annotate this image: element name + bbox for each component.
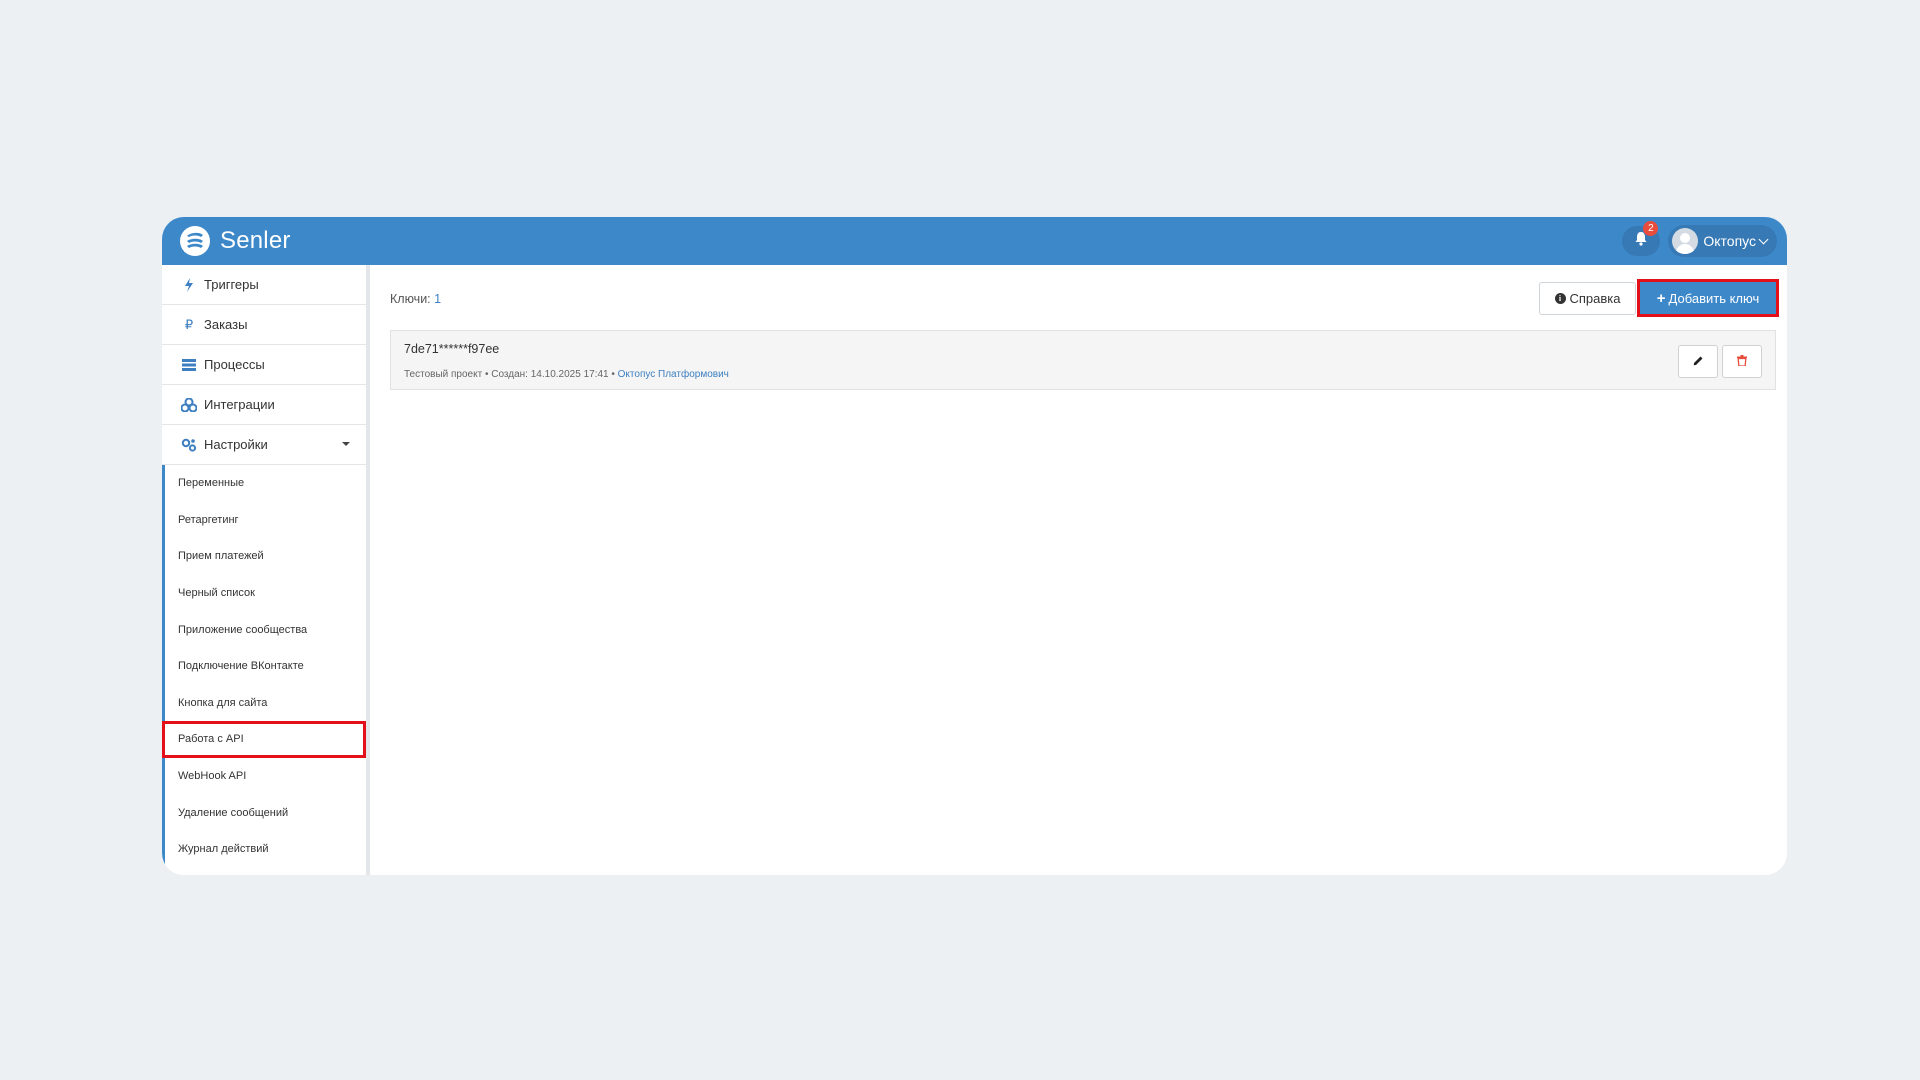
senler-logo-icon: [178, 224, 212, 258]
list-icon: [180, 357, 198, 373]
api-key-value: 7de71******f97ee: [404, 342, 500, 356]
sidebar-item-label: Настройки: [204, 437, 268, 452]
chevron-down-icon: [1758, 234, 1769, 244]
bolt-icon: [180, 277, 198, 293]
sidebar-item-orders[interactable]: ₽ Заказы: [162, 305, 366, 345]
caret-down-icon: [342, 442, 350, 446]
submenu-item-api[interactable]: Работа с API: [162, 721, 366, 758]
sidebar: Триггеры ₽ Заказы Процессы Интеграции На…: [162, 265, 370, 875]
keys-count-value: 1: [434, 292, 442, 306]
submenu-item-variables[interactable]: Переменные: [165, 465, 366, 502]
logo[interactable]: Senler: [178, 224, 291, 258]
main-content: Ключи: 1 i Справка + Добавить ключ 7de71…: [374, 265, 1787, 875]
add-key-button-label: Добавить ключ: [1668, 290, 1760, 306]
gears-icon: [180, 437, 198, 453]
sidebar-item-triggers[interactable]: Триггеры: [162, 265, 366, 305]
info-icon: i: [1554, 293, 1566, 304]
submenu-item-payments[interactable]: Прием платежей: [165, 538, 366, 575]
notifications-button[interactable]: 2: [1622, 221, 1661, 256]
trash-icon: [1737, 353, 1747, 371]
keys-count: Ключи: 1: [390, 292, 441, 306]
avatar: [1672, 228, 1699, 254]
pencil-icon: [1693, 353, 1704, 371]
edit-key-button[interactable]: [1678, 345, 1718, 378]
sidebar-item-label: Интеграции: [204, 397, 275, 412]
api-key-card: 7de71******f97ee Тестовый проект • Созда…: [390, 330, 1776, 390]
sidebar-item-label: Процессы: [204, 357, 265, 372]
settings-submenu: Переменные Ретаргетинг Прием платежей Че…: [162, 465, 366, 868]
brand-name: Senler: [220, 227, 291, 254]
help-button-label: Справка: [1569, 291, 1621, 306]
help-button[interactable]: i Справка: [1539, 282, 1636, 315]
user-name: Октопус: [1703, 233, 1756, 249]
submenu-item-blacklist[interactable]: Черный список: [165, 575, 366, 612]
submenu-item-webhook-api[interactable]: WebHook API: [165, 758, 366, 795]
keys-count-label: Ключи:: [390, 292, 431, 306]
add-key-button[interactable]: + Добавить ключ: [1637, 279, 1779, 317]
api-key-meta: Тестовый проект • Создан: 14.10.2025 17:…: [404, 369, 729, 380]
submenu-item-community-app[interactable]: Приложение сообщества: [165, 611, 366, 648]
top-navbar: Senler 2 Октопус: [162, 217, 1787, 265]
notifications-badge: 2: [1643, 221, 1659, 236]
delete-key-button[interactable]: [1722, 345, 1762, 378]
plus-icon: +: [1656, 289, 1666, 307]
sidebar-item-settings[interactable]: Настройки: [162, 425, 366, 465]
sidebar-item-label: Заказы: [204, 317, 248, 332]
app-window: Senler 2 Октопус Триггеры ₽ Заказы Проце…: [162, 217, 1787, 875]
ruble-icon: ₽: [184, 316, 194, 332]
submenu-item-delete-messages[interactable]: Удаление сообщений: [165, 794, 366, 831]
submenu-item-retargeting[interactable]: Ретаргетинг: [165, 502, 366, 539]
user-menu[interactable]: Октопус: [1668, 225, 1777, 257]
sidebar-item-processes[interactable]: Процессы: [162, 345, 366, 385]
api-key-meta-text: Тестовый проект • Создан: 14.10.2025 17:…: [404, 369, 615, 380]
cubes-icon: [180, 397, 198, 413]
api-key-author-link[interactable]: Октопус Платформович: [618, 369, 729, 380]
sidebar-item-integrations[interactable]: Интеграции: [162, 385, 366, 425]
submenu-item-site-button[interactable]: Кнопка для сайта: [165, 685, 366, 722]
submenu-item-action-log[interactable]: Журнал действий: [165, 831, 366, 868]
submenu-item-vk-connection[interactable]: Подключение ВКонтакте: [165, 648, 366, 685]
sidebar-item-label: Триггеры: [204, 277, 259, 292]
